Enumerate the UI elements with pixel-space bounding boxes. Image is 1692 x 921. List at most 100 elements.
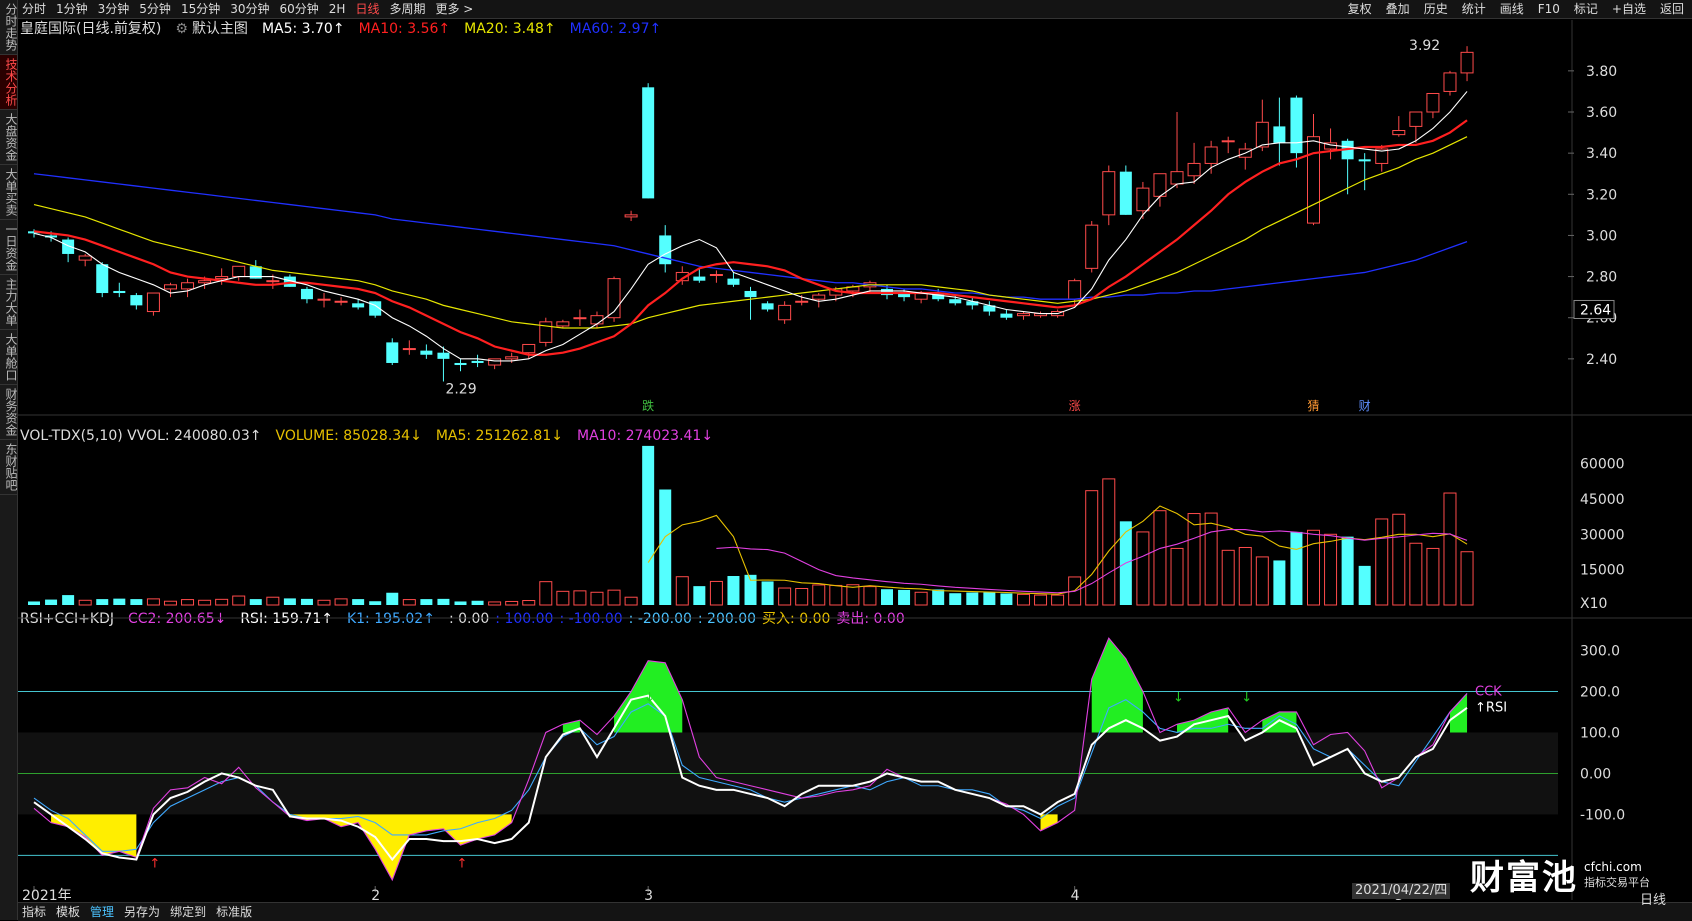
high-price-label: 3.92 bbox=[1409, 38, 1440, 54]
rail-item-5[interactable]: 主力大单 bbox=[0, 275, 18, 330]
candle bbox=[454, 358, 467, 372]
volume-bar bbox=[573, 590, 587, 606]
rail-item-1[interactable]: 技术分析 bbox=[0, 55, 18, 110]
candle bbox=[1358, 153, 1371, 191]
vol-tick-label-3: 15000 bbox=[1580, 563, 1625, 579]
tool-3[interactable]: 统计 bbox=[1462, 0, 1486, 18]
volume-bar bbox=[130, 599, 143, 605]
rail-item-3[interactable]: 大单买卖 bbox=[0, 165, 18, 220]
candle-body bbox=[1085, 224, 1099, 269]
volume-bar bbox=[45, 599, 58, 605]
candle bbox=[130, 293, 143, 310]
period-tab-8[interactable]: 日线 bbox=[355, 0, 379, 18]
rail-item-2[interactable]: 大盘资金 bbox=[0, 110, 18, 165]
tool-6[interactable]: 标记 bbox=[1574, 0, 1598, 18]
rail-item-0[interactable]: 分时走势 bbox=[0, 0, 18, 55]
bottom-tab-1[interactable]: 模板 bbox=[56, 903, 80, 921]
volume-bar bbox=[1290, 531, 1303, 605]
sell-arrow-3: ↓ bbox=[1241, 691, 1252, 706]
tool-4[interactable]: 画线 bbox=[1500, 0, 1524, 18]
candle bbox=[78, 253, 92, 267]
tool-2[interactable]: 历史 bbox=[1424, 0, 1448, 18]
low-price-label: 2.29 bbox=[445, 381, 476, 397]
candle bbox=[232, 265, 246, 281]
cursor-date-box: 2021/04/22/四 bbox=[1352, 883, 1451, 899]
volume-bar bbox=[709, 580, 723, 606]
volume-bar bbox=[1426, 547, 1440, 606]
ind-tick-label-4: -100.0 bbox=[1580, 807, 1625, 823]
candle-body bbox=[624, 214, 638, 218]
candle bbox=[727, 272, 740, 287]
volume-bar bbox=[829, 584, 843, 606]
candle-body bbox=[386, 342, 399, 363]
candle bbox=[437, 346, 450, 382]
candle-body bbox=[1255, 121, 1269, 148]
price-tick-label-3: 3.20 bbox=[1586, 187, 1617, 203]
price-tick-label-2: 3.40 bbox=[1586, 146, 1617, 162]
candle bbox=[420, 344, 433, 359]
volume-bar bbox=[1187, 513, 1201, 606]
volume-bar bbox=[62, 595, 75, 605]
candle-body bbox=[198, 280, 212, 284]
period-tab-10[interactable]: 更多 > bbox=[435, 0, 473, 18]
candle-body bbox=[693, 276, 706, 281]
bottom-tab-3[interactable]: 另存为 bbox=[124, 903, 160, 921]
candle bbox=[215, 268, 229, 285]
period-tab-4[interactable]: 15分钟 bbox=[181, 0, 220, 18]
candle bbox=[966, 297, 979, 310]
candle-body bbox=[1016, 313, 1030, 317]
kline-chart[interactable]: 3.803.603.403.203.002.802.602.402.643.92… bbox=[18, 20, 1692, 900]
rail-item-7[interactable]: 财务资金 bbox=[0, 385, 18, 440]
volume-bar bbox=[881, 589, 893, 605]
tool-7[interactable]: +自选 bbox=[1612, 0, 1646, 18]
candle bbox=[96, 262, 109, 298]
volume-bar bbox=[1034, 594, 1048, 606]
candle bbox=[1392, 116, 1406, 137]
volume-bar bbox=[642, 445, 655, 605]
tool-1[interactable]: 叠加 bbox=[1386, 0, 1410, 18]
candle-body bbox=[1136, 187, 1150, 212]
period-tab-0[interactable]: 分时 bbox=[22, 0, 46, 18]
ma5-line bbox=[33, 91, 1468, 362]
candle-body bbox=[78, 255, 92, 261]
bottom-tab-2[interactable]: 管理 bbox=[90, 903, 114, 921]
bottom-tabs: 指标 模板 管理 另存为 绑定到 标准版 bbox=[22, 903, 262, 921]
candle bbox=[709, 270, 723, 283]
bottom-tab-4[interactable]: 绑定到 bbox=[170, 903, 206, 921]
candle bbox=[146, 292, 160, 316]
candle-body bbox=[812, 294, 826, 300]
candle bbox=[300, 286, 313, 304]
volume-bar bbox=[402, 599, 416, 606]
candle-body bbox=[317, 298, 331, 301]
rail-item-6[interactable]: 大单舱口 bbox=[0, 330, 18, 385]
volume-bar bbox=[590, 591, 604, 606]
period-tab-2[interactable]: 3分钟 bbox=[98, 0, 130, 18]
bottom-tab-0[interactable]: 指标 bbox=[22, 903, 46, 921]
rail-item-4[interactable]: 一日资金 bbox=[0, 220, 18, 275]
bottom-tab-5[interactable]: 标准版 bbox=[216, 903, 252, 921]
candle-body bbox=[1187, 162, 1201, 177]
period-tab-1[interactable]: 1分钟 bbox=[56, 0, 88, 18]
period-tab-9[interactable]: 多周期 bbox=[389, 0, 425, 18]
candle-mark-1: 涨 bbox=[1069, 398, 1081, 413]
period-tab-5[interactable]: 30分钟 bbox=[230, 0, 269, 18]
candle-body bbox=[590, 315, 604, 325]
tool-0[interactable]: 复权 bbox=[1348, 0, 1372, 18]
volume-bar bbox=[113, 598, 126, 605]
ind-tick-label-2: 100.0 bbox=[1580, 725, 1620, 741]
volume-bar bbox=[1443, 492, 1457, 606]
volume-bar bbox=[1324, 533, 1338, 606]
period-tab-7[interactable]: 2H bbox=[329, 0, 346, 18]
volume-bar bbox=[1255, 556, 1269, 606]
rail-item-8[interactable]: 东财贴吧 bbox=[0, 440, 18, 495]
volume-bar bbox=[761, 581, 774, 605]
period-tab-6[interactable]: 60分钟 bbox=[280, 0, 319, 18]
tool-5[interactable]: F10 bbox=[1538, 0, 1560, 18]
candle bbox=[1034, 311, 1048, 318]
ind-tick-label-0: 300.0 bbox=[1580, 643, 1620, 659]
volume-bar bbox=[898, 589, 911, 605]
tool-8[interactable]: 返回 bbox=[1660, 0, 1684, 18]
candle-body bbox=[949, 299, 962, 304]
volume-bar bbox=[1392, 513, 1406, 606]
period-tab-3[interactable]: 5分钟 bbox=[139, 0, 171, 18]
